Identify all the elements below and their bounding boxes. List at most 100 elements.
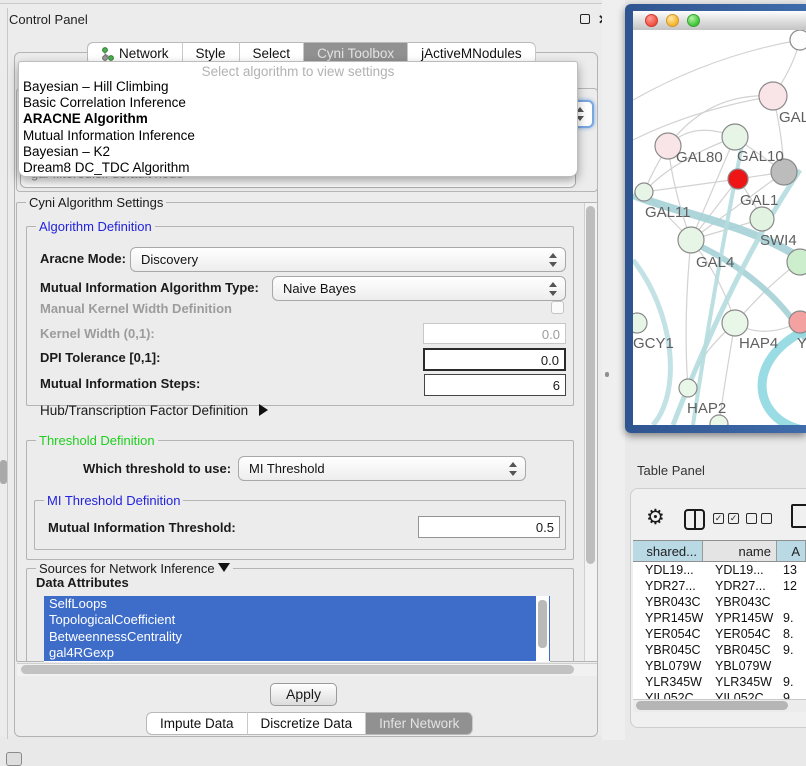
- dpi-tolerance-label: DPI Tolerance [0,1]:: [40, 350, 160, 365]
- table-row[interactable]: YBR045CYBR045C9.: [633, 642, 806, 658]
- table-cell: YDL19...: [633, 562, 703, 578]
- network-node-hap2[interactable]: [679, 379, 697, 397]
- gear-icon[interactable]: ⚙: [646, 505, 665, 530]
- manual-kernel-label: Manual Kernel Width Definition: [40, 301, 232, 316]
- table-row[interactable]: YBR043CYBR043C: [633, 594, 806, 610]
- tab-discretize-data[interactable]: Discretize Data: [248, 712, 367, 735]
- control-panel-window: Control Panel ✕ NetworkStyleSelectCyni T…: [0, 3, 602, 736]
- close-traffic-light-icon[interactable]: [645, 14, 658, 27]
- hub-definition-toggle[interactable]: Hub/Transcription Factor Definition: [40, 403, 268, 418]
- node-label-gal11: GAL11: [645, 204, 691, 221]
- algorithm-dropdown-popup: Select algorithm to view settings Bayesi…: [18, 61, 578, 177]
- network-node-gcy1[interactable]: [633, 313, 647, 333]
- algorithm-option[interactable]: Basic Correlation Inference: [19, 95, 577, 111]
- algorithm-option[interactable]: Dream8 DC_TDC Algorithm: [19, 160, 577, 176]
- aracne-mode-select[interactable]: Discovery: [130, 247, 566, 272]
- checked-boxes-icon[interactable]: ✓: [713, 513, 724, 524]
- network-node[interactable]: [790, 30, 806, 50]
- stepper-arrows-icon: [549, 252, 558, 268]
- table-panel-title: Table Panel: [637, 463, 705, 478]
- table-row[interactable]: YER054CYER054C8.: [633, 626, 806, 642]
- apply-button[interactable]: Apply: [270, 683, 337, 706]
- table-row[interactable]: YDR27...YDR27...12: [633, 578, 806, 594]
- network-node-gal1[interactable]: [728, 169, 748, 189]
- node-label-gal80: GAL80: [676, 149, 723, 166]
- dpi-tolerance-field[interactable]: 0.0: [423, 348, 566, 371]
- bottom-tab-bar: Impute DataDiscretize DataInfer Network: [146, 712, 473, 735]
- algorithm-option[interactable]: Bayesian – K2: [19, 144, 577, 160]
- table-hscrollbar-thumb[interactable]: [636, 701, 788, 710]
- node-label-hap4: HAP4: [739, 335, 778, 352]
- table-cell: YLR345W: [703, 674, 777, 690]
- data-attributes-list[interactable]: SelfLoopsTopologicalCoefficientBetweenne…: [44, 596, 550, 662]
- column-header-name[interactable]: name: [703, 541, 777, 561]
- tab-infer-network[interactable]: Infer Network: [366, 712, 473, 735]
- table-cell: YBL079W: [633, 658, 703, 674]
- column-header-shared...[interactable]: shared...: [633, 541, 703, 561]
- unchecked-boxes-icon[interactable]: [761, 513, 772, 524]
- network-edge: [644, 179, 738, 192]
- network-node-gal11[interactable]: [635, 183, 653, 201]
- mi-threshold-field[interactable]: 0.5: [418, 516, 560, 538]
- network-node-gal4[interactable]: [678, 227, 704, 253]
- table-cell: [777, 658, 806, 674]
- collapsed-panel-icon[interactable]: [6, 752, 22, 766]
- table-cell: 12: [777, 578, 806, 594]
- which-threshold-select[interactable]: MI Threshold: [238, 456, 526, 481]
- table-cell: 9.: [777, 610, 806, 626]
- table-cell: YBR043C: [703, 594, 777, 610]
- table-cell: YLR345W: [633, 674, 703, 690]
- data-attribute-item[interactable]: gal4RGexp: [44, 645, 550, 661]
- splitter-handle[interactable]: [605, 372, 609, 377]
- left-divider: [7, 8, 8, 739]
- mi-type-select[interactable]: Naive Bayes: [272, 276, 566, 301]
- network-node-hap4[interactable]: [722, 310, 748, 336]
- data-attributes-label: Data Attributes: [36, 575, 129, 590]
- manual-kernel-checkbox[interactable]: [551, 301, 564, 314]
- network-node-gal[interactable]: [759, 82, 787, 110]
- checked-boxes-icon[interactable]: ✓: [728, 513, 739, 524]
- table-header-row: shared...nameA: [633, 540, 806, 562]
- data-attribute-item[interactable]: SelfLoops: [44, 596, 550, 612]
- table-row[interactable]: YLR345WYLR345W9.: [633, 674, 806, 690]
- network-canvas[interactable]: GALGAL80GAL10GAL1GAL11SWI4GAL4GCY1HAP4YH…: [633, 30, 806, 425]
- column-header-A[interactable]: A: [777, 541, 806, 561]
- settings-hscrollbar-thumb[interactable]: [21, 665, 574, 674]
- network-edge: [668, 96, 773, 146]
- data-attribute-item[interactable]: TopologicalCoefficient: [44, 612, 550, 628]
- zoom-traffic-light-icon[interactable]: [687, 14, 700, 27]
- kernel-width-field[interactable]: 0.0: [423, 323, 566, 344]
- which-threshold-label: Which threshold to use:: [83, 461, 231, 476]
- network-node-gal10[interactable]: [722, 124, 748, 150]
- float-window-icon[interactable]: [580, 14, 590, 24]
- table-row[interactable]: YPR145WYPR145W9.: [633, 610, 806, 626]
- attr-list-scrollbar-thumb[interactable]: [538, 600, 547, 648]
- mi-steps-label: Mutual Information Steps:: [40, 376, 200, 391]
- network-node-swi4[interactable]: [750, 207, 774, 231]
- minimize-traffic-light-icon[interactable]: [666, 14, 679, 27]
- tab-impute-data[interactable]: Impute Data: [146, 712, 248, 735]
- node-label-hap2: HAP2: [687, 400, 726, 417]
- algorithm-option[interactable]: Bayesian – Hill Climbing: [19, 79, 577, 95]
- table-cell: YDL19...: [703, 562, 777, 578]
- settings-vscrollbar-thumb[interactable]: [586, 206, 595, 564]
- left-scrollbar-thumb[interactable]: [0, 460, 7, 484]
- unchecked-boxes-icon[interactable]: [746, 513, 757, 524]
- table-row[interactable]: YDL19...YDL19...13: [633, 562, 806, 578]
- sources-title[interactable]: Sources for Network Inference: [36, 561, 233, 576]
- mi-type-label: Mutual Information Algorithm Type:: [40, 280, 259, 295]
- data-attribute-item[interactable]: BetweennessCentrality: [44, 629, 550, 645]
- dropdown-prompt: Select algorithm to view settings: [19, 62, 577, 79]
- table-cell: YPR145W: [703, 610, 777, 626]
- table-row[interactable]: YBL079WYBL079W: [633, 658, 806, 674]
- control-panel-title: Control Panel: [9, 12, 88, 27]
- table-row[interactable]: YIL052CYIL052C9: [633, 690, 806, 699]
- algorithm-option[interactable]: ARACNE Algorithm: [19, 111, 577, 127]
- network-node-y[interactable]: [789, 311, 806, 333]
- network-window-titlebar[interactable]: [633, 11, 806, 30]
- file-icon[interactable]: [791, 504, 806, 528]
- mi-steps-field[interactable]: 6: [424, 374, 566, 396]
- split-columns-icon[interactable]: [684, 509, 705, 530]
- algorithm-option[interactable]: Mutual Information Inference: [19, 128, 577, 144]
- table-cell: 9.: [777, 674, 806, 690]
